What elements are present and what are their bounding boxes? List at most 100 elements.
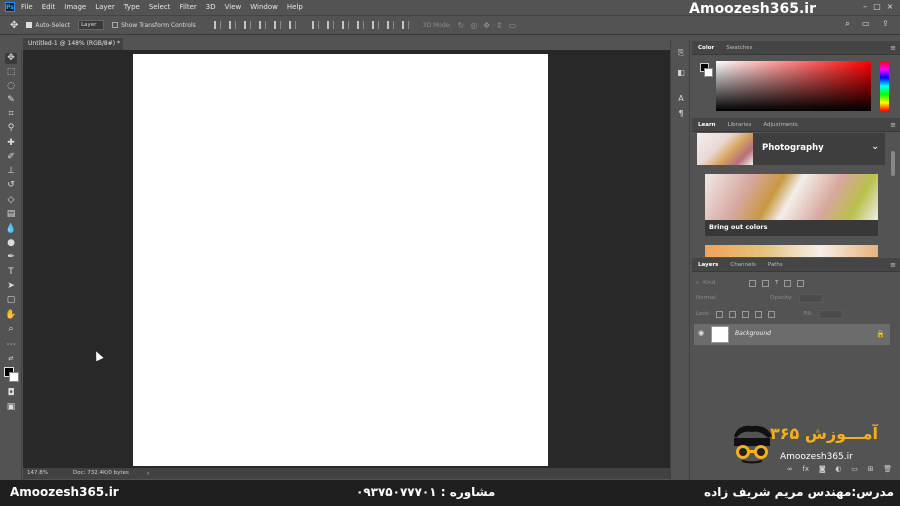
menu-3d[interactable]: 3D xyxy=(206,3,216,11)
lock-artboard-icon[interactable] xyxy=(755,310,763,318)
pen-tool-icon[interactable]: ✒ xyxy=(5,252,17,263)
auto-select-checkbox[interactable] xyxy=(26,22,33,28)
chevron-down-icon[interactable]: ⌄ xyxy=(871,141,879,152)
healing-brush-tool-icon[interactable]: ✚ xyxy=(5,138,17,149)
lock-position-icon[interactable] xyxy=(742,310,750,318)
3d-rotate-icon[interactable]: ↻ xyxy=(458,21,465,30)
filter-type-icon[interactable]: T xyxy=(775,280,778,286)
doc-size-info[interactable]: Doc: 732.4K/0 bytes xyxy=(73,468,129,479)
close-icon[interactable]: × xyxy=(886,3,894,11)
document-canvas[interactable] xyxy=(133,54,548,466)
menu-filter[interactable]: Filter xyxy=(179,3,196,11)
move-tool-icon[interactable]: ✥ xyxy=(5,53,17,64)
crop-tool-icon[interactable]: ⌗ xyxy=(5,109,17,120)
background-color-swatch[interactable] xyxy=(9,372,19,382)
quick-mask-icon[interactable]: ◘ xyxy=(5,388,17,399)
opacity-input[interactable] xyxy=(798,293,823,303)
quick-select-tool-icon[interactable]: ✎ xyxy=(5,95,17,106)
fill-input[interactable] xyxy=(818,309,843,319)
learn-topic-row[interactable]: Photography ⌄ xyxy=(697,133,885,165)
menu-window[interactable]: Window xyxy=(250,3,278,11)
filter-pixel-icon[interactable] xyxy=(749,279,757,287)
tab-color[interactable]: Color xyxy=(692,45,720,51)
blur-tool-icon[interactable]: 💧 xyxy=(5,224,17,235)
tab-libraries[interactable]: Libraries xyxy=(722,122,758,128)
dodge-tool-icon[interactable]: ● xyxy=(5,238,17,249)
menu-view[interactable]: View xyxy=(225,3,242,11)
distribute-middle-icon[interactable] xyxy=(326,21,334,29)
filter-smart-object-icon[interactable] xyxy=(797,279,805,287)
menu-file[interactable]: File xyxy=(21,3,33,11)
align-center-icon[interactable] xyxy=(228,21,236,29)
color-picker-field[interactable] xyxy=(716,61,871,111)
tab-layers[interactable]: Layers xyxy=(692,262,724,268)
blend-mode-select[interactable]: Normal xyxy=(696,295,756,301)
move-tool-icon[interactable]: ✥ xyxy=(10,20,18,31)
tutorial-card[interactable]: Bring out colors xyxy=(705,174,878,236)
align-right-icon[interactable] xyxy=(243,21,251,29)
panel-menu-icon[interactable]: ≡ xyxy=(890,44,896,52)
align-top-icon[interactable] xyxy=(258,21,266,29)
menu-help[interactable]: Help xyxy=(287,3,303,11)
tab-paths[interactable]: Paths xyxy=(762,262,789,268)
zoom-level[interactable]: 147.8% xyxy=(27,468,48,479)
visibility-eye-icon[interactable]: ◉ xyxy=(698,330,706,337)
hand-tool-icon[interactable]: ✋ xyxy=(5,310,17,321)
workspace-icon[interactable]: ▭ xyxy=(862,19,870,28)
more-tools-icon[interactable]: ⋯ xyxy=(5,340,17,351)
clone-stamp-tool-icon[interactable]: ⊥ xyxy=(5,166,17,177)
align-bottom-icon[interactable] xyxy=(288,21,296,29)
align-left-icon[interactable] xyxy=(213,21,221,29)
restore-icon[interactable]: □ xyxy=(873,3,881,11)
tab-adjustments[interactable]: Adjustments xyxy=(757,122,803,128)
menu-image[interactable]: Image xyxy=(64,3,86,11)
distribute-right-icon[interactable] xyxy=(386,21,394,29)
lasso-tool-icon[interactable]: ◌ xyxy=(5,81,17,92)
filter-shape-icon[interactable] xyxy=(784,279,792,287)
marquee-tool-icon[interactable]: ⬚ xyxy=(5,67,17,78)
panel-menu-icon[interactable]: ≡ xyxy=(890,261,896,269)
zoom-tool-icon[interactable]: ⌕ xyxy=(5,324,17,335)
character-panel-icon[interactable]: A xyxy=(676,94,686,104)
layer-filter-kind[interactable]: Kind xyxy=(703,280,743,286)
3d-pan-icon[interactable]: ✥ xyxy=(483,21,490,30)
minimize-icon[interactable]: – xyxy=(861,3,869,11)
screen-mode-icon[interactable]: ▣ xyxy=(5,402,17,413)
distribute-left-icon[interactable] xyxy=(356,21,364,29)
color-panel-background-swatch[interactable] xyxy=(704,68,713,77)
status-expand-icon[interactable]: › xyxy=(147,468,149,479)
auto-align-icon[interactable] xyxy=(401,21,409,29)
menu-select[interactable]: Select xyxy=(149,3,171,11)
history-brush-tool-icon[interactable]: ↺ xyxy=(5,180,17,191)
tutorial-card-next[interactable] xyxy=(705,245,878,257)
auto-select-target-dropdown[interactable]: Layer xyxy=(78,20,105,30)
layer-row-background[interactable]: ◉ Background 🔒 xyxy=(694,324,890,345)
filter-adjustment-icon[interactable] xyxy=(762,279,770,287)
path-select-tool-icon[interactable]: ➤ xyxy=(5,281,17,292)
brush-tool-icon[interactable]: ✐ xyxy=(5,152,17,163)
learn-scrollbar[interactable] xyxy=(891,151,895,176)
layer-name[interactable]: Background xyxy=(735,330,771,337)
align-middle-icon[interactable] xyxy=(273,21,281,29)
menu-type[interactable]: Type xyxy=(124,3,140,11)
distribute-center-icon[interactable] xyxy=(371,21,379,29)
distribute-bottom-icon[interactable] xyxy=(341,21,349,29)
lock-transparent-icon[interactable] xyxy=(716,310,724,318)
document-tab[interactable]: Untitled-1 @ 148% (RGB/8#) * xyxy=(23,37,123,50)
tab-learn[interactable]: Learn xyxy=(692,122,722,128)
shape-tool-icon[interactable]: ▢ xyxy=(5,295,17,306)
3d-roll-icon[interactable]: ◎ xyxy=(470,21,477,30)
share-icon[interactable]: ⇪ xyxy=(882,19,889,28)
hue-slider[interactable] xyxy=(880,61,889,111)
gradient-tool-icon[interactable]: ▤ xyxy=(5,209,17,220)
3d-slide-icon[interactable]: ⇕ xyxy=(496,21,503,30)
distribute-top-icon[interactable] xyxy=(311,21,319,29)
history-panel-icon[interactable]: ⎘ xyxy=(676,48,686,58)
swap-colors-icon[interactable]: ⇄ xyxy=(5,353,17,364)
paragraph-panel-icon[interactable]: ¶ xyxy=(676,109,686,119)
panel-menu-icon[interactable]: ≡ xyxy=(890,121,896,129)
tab-swatches[interactable]: Swatches xyxy=(720,45,758,51)
menu-layer[interactable]: Layer xyxy=(95,3,115,11)
eyedropper-tool-icon[interactable]: ⚲ xyxy=(5,123,17,134)
transform-controls-checkbox[interactable] xyxy=(112,22,119,28)
